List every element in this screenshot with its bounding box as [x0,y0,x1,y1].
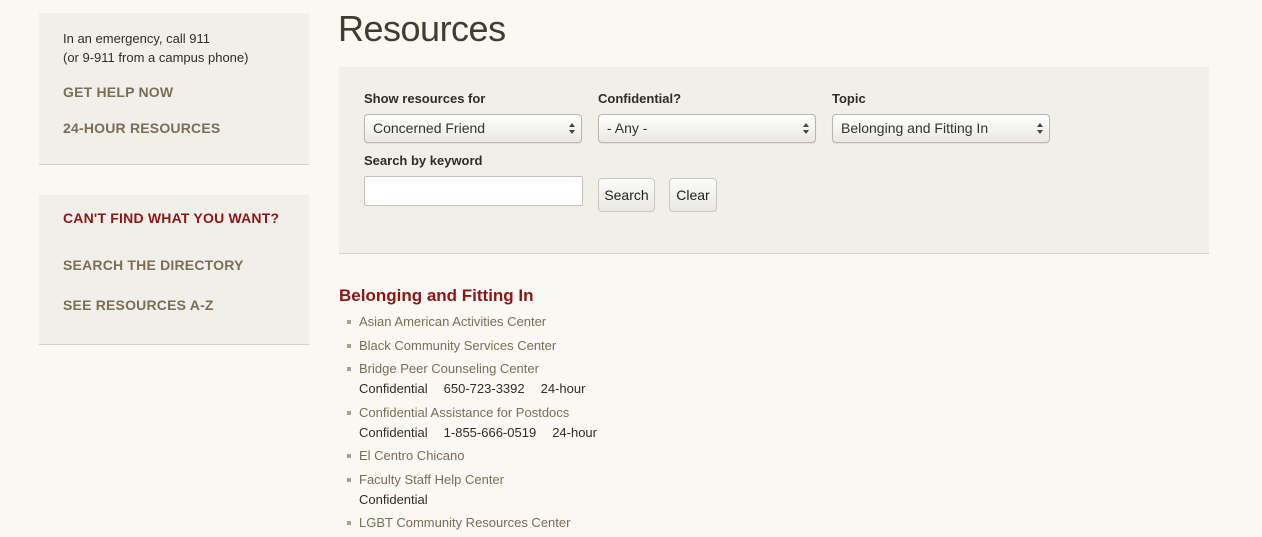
show-resources-for-label: Show resources for [364,91,486,106]
topic-value: Belonging and Fitting In [841,120,989,136]
resource-link[interactable]: LGBT Community Resources Center [347,514,947,532]
resource-meta: Confidential 650-723-3392 24-hour [347,380,947,398]
bullet-icon [347,344,351,348]
confidential-tag: Confidential [359,425,428,440]
confidential-value: - Any - [607,120,648,136]
resource-link[interactable]: Faculty Staff Help Center [347,471,947,489]
search-directory-link[interactable]: SEARCH THE DIRECTORY [63,257,244,273]
show-resources-for-select[interactable]: Concerned Friend [364,114,582,143]
resource-meta: Confidential 1-855-666-0519 24-hour [347,424,947,442]
bullet-icon [347,367,351,371]
hours-tag: 24-hour [540,381,586,396]
emergency-box: In an emergency, call 911 (or 9-911 from… [39,13,309,165]
bullet-icon [347,478,351,482]
list-item: Bridge Peer Counseling Center Confidenti… [347,360,947,404]
bullet-icon [347,521,351,525]
search-by-keyword-label: Search by keyword [364,153,483,168]
resource-name: Bridge Peer Counseling Center [359,361,539,376]
list-item: LGBT Community Resources Center [347,514,947,536]
results-list: Asian American Activities Center Black C… [347,313,947,536]
cant-find-heading: CAN'T FIND WHAT YOU WANT? [63,210,280,226]
confidential-tag: Confidential [359,381,428,396]
confidential-tag: Confidential [359,492,428,507]
filter-panel: Show resources for Confidential? Topic C… [339,67,1209,254]
list-item: Black Community Services Center [347,337,947,360]
emergency-line-1: In an emergency, call 911 [63,31,210,46]
phone-number: 1-855-666-0519 [443,425,537,440]
topic-label: Topic [832,91,866,106]
bullet-icon [347,320,351,324]
resource-name: El Centro Chicano [359,448,465,463]
resources-a-z-link[interactable]: SEE RESOURCES A-Z [63,297,214,313]
page: In an emergency, call 911 (or 9-911 from… [0,0,1262,537]
show-resources-for-value: Concerned Friend [373,120,486,136]
clear-button[interactable]: Clear [669,178,717,212]
list-item: El Centro Chicano [347,447,947,471]
results-heading: Belonging and Fitting In [339,286,534,305]
resource-name: Confidential Assistance for Postdocs [359,405,570,420]
resource-meta: Confidential [347,491,947,509]
confidential-select[interactable]: - Any - [598,114,816,143]
keyword-search-input[interactable] [364,176,583,206]
directory-box: CAN'T FIND WHAT YOU WANT? SEARCH THE DIR… [39,195,309,345]
phone-number: 650-723-3392 [443,381,525,396]
confidential-label: Confidential? [598,91,682,106]
select-arrows-icon [803,123,809,134]
resource-name: LGBT Community Resources Center [359,515,571,530]
topic-select[interactable]: Belonging and Fitting In [832,114,1050,143]
hours-tag: 24-hour [552,425,597,440]
bullet-icon [347,411,351,415]
page-title: Resources [338,8,506,49]
emergency-line-2: (or 9-911 from a campus phone) [63,50,249,65]
list-item: Confidential Assistance for Postdocs Con… [347,404,947,447]
search-button[interactable]: Search [598,178,655,212]
select-arrows-icon [1037,123,1043,134]
get-help-now-link[interactable]: GET HELP NOW [63,84,173,100]
resource-name: Asian American Activities Center [359,314,547,329]
resource-link[interactable]: El Centro Chicano [347,447,947,465]
resource-link[interactable]: Black Community Services Center [347,337,947,355]
list-item: Asian American Activities Center [347,313,947,337]
24-hour-resources-link[interactable]: 24-HOUR RESOURCES [63,120,220,136]
resource-name: Black Community Services Center [359,338,557,353]
list-item: Faculty Staff Help Center Confidential [347,471,947,514]
resource-name: Faculty Staff Help Center [359,472,504,487]
emergency-notice: In an emergency, call 911 (or 9-911 from… [63,29,248,67]
select-arrows-icon [569,123,575,134]
resource-link[interactable]: Bridge Peer Counseling Center [347,360,947,378]
bullet-icon [347,454,351,458]
resource-link[interactable]: Confidential Assistance for Postdocs [347,404,947,422]
resource-link[interactable]: Asian American Activities Center [347,313,947,331]
